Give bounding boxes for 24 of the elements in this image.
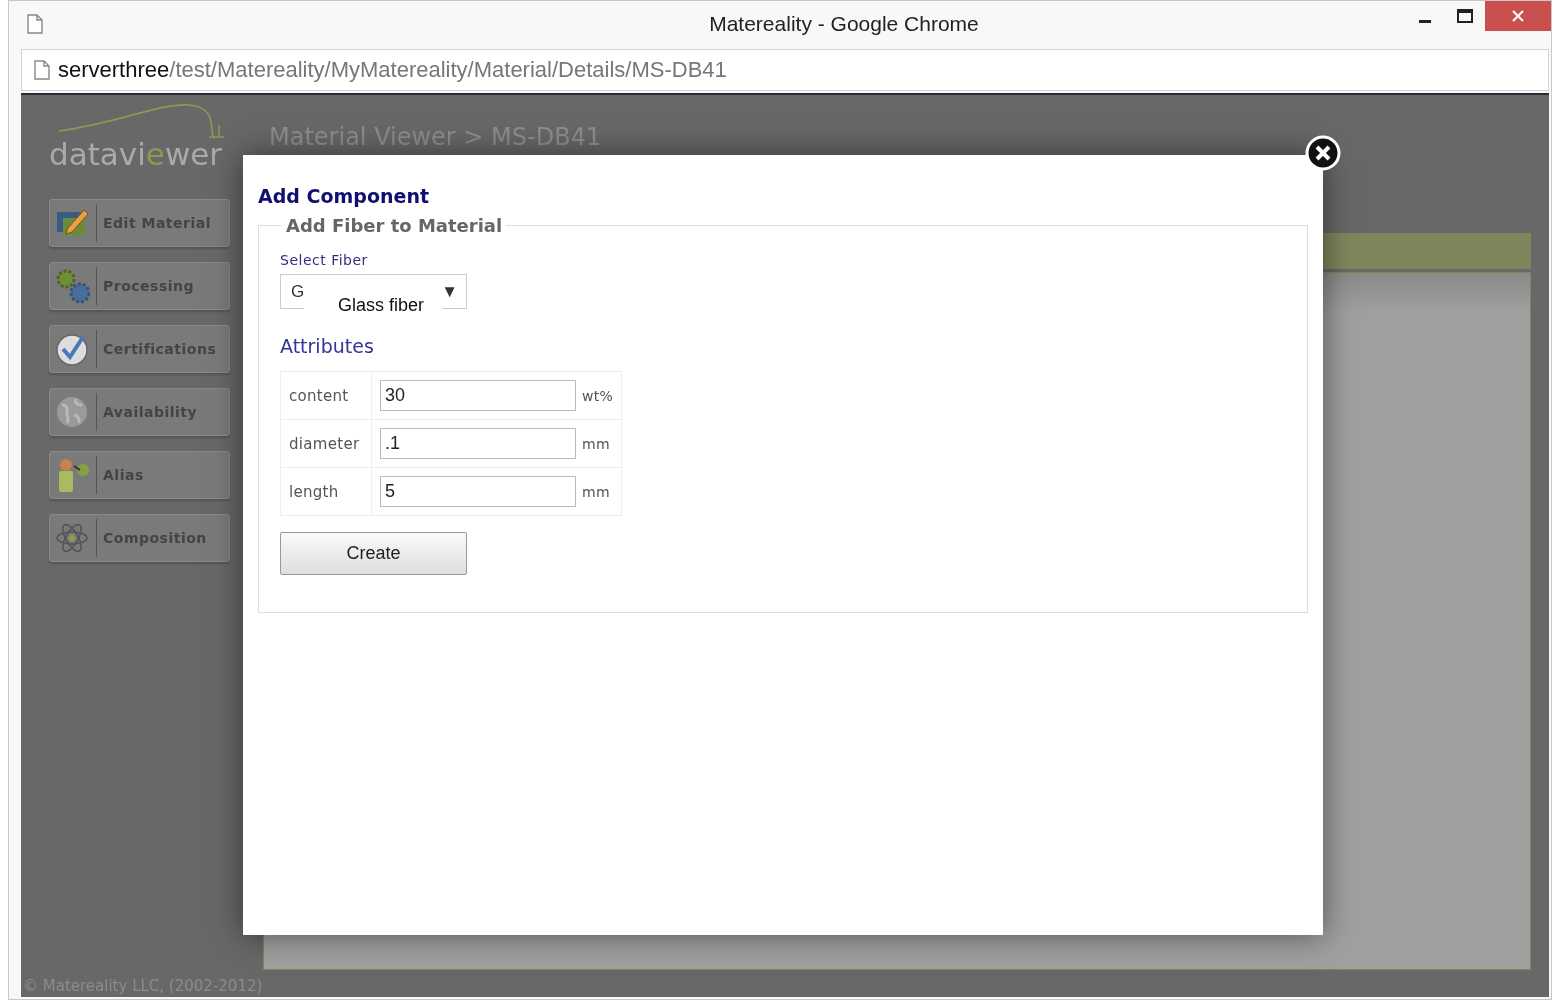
page-icon [34, 60, 50, 80]
attribute-name: content [280, 371, 372, 420]
maximize-icon [1457, 9, 1473, 23]
attribute-name: diameter [280, 419, 372, 468]
close-icon [1511, 9, 1525, 23]
input-field[interactable]: 5 [380, 476, 576, 507]
url-text: serverthree/test/Matereality/MyMatereality/Material/Details/MS-DB41 [58, 57, 727, 83]
group-legend: Add Fiber to Material [282, 215, 507, 236]
minimize-icon [1419, 19, 1431, 23]
gears-icon [54, 267, 90, 305]
attribute-name: length [280, 467, 372, 516]
window-title: Matereality - Google Chrome [708, 12, 980, 36]
page-icon [27, 14, 43, 34]
input-field[interactable]: 30 [380, 380, 576, 411]
field-label: Select Fiber [280, 252, 369, 268]
unit-label: mm [582, 435, 610, 452]
create-button[interactable]: Create [280, 532, 467, 575]
address-bar[interactable]: serverthree/test/Matereality/MyMatereality/Material/Details/MS-DB41 [21, 49, 1549, 91]
section-heading: Attributes [280, 335, 375, 357]
dialog-title: Add Component [258, 185, 430, 207]
input-field[interactable]: .1 [380, 428, 576, 459]
close-button[interactable] [1305, 135, 1341, 171]
unit-label: mm [582, 483, 610, 500]
unit-label: wt% [582, 387, 614, 404]
